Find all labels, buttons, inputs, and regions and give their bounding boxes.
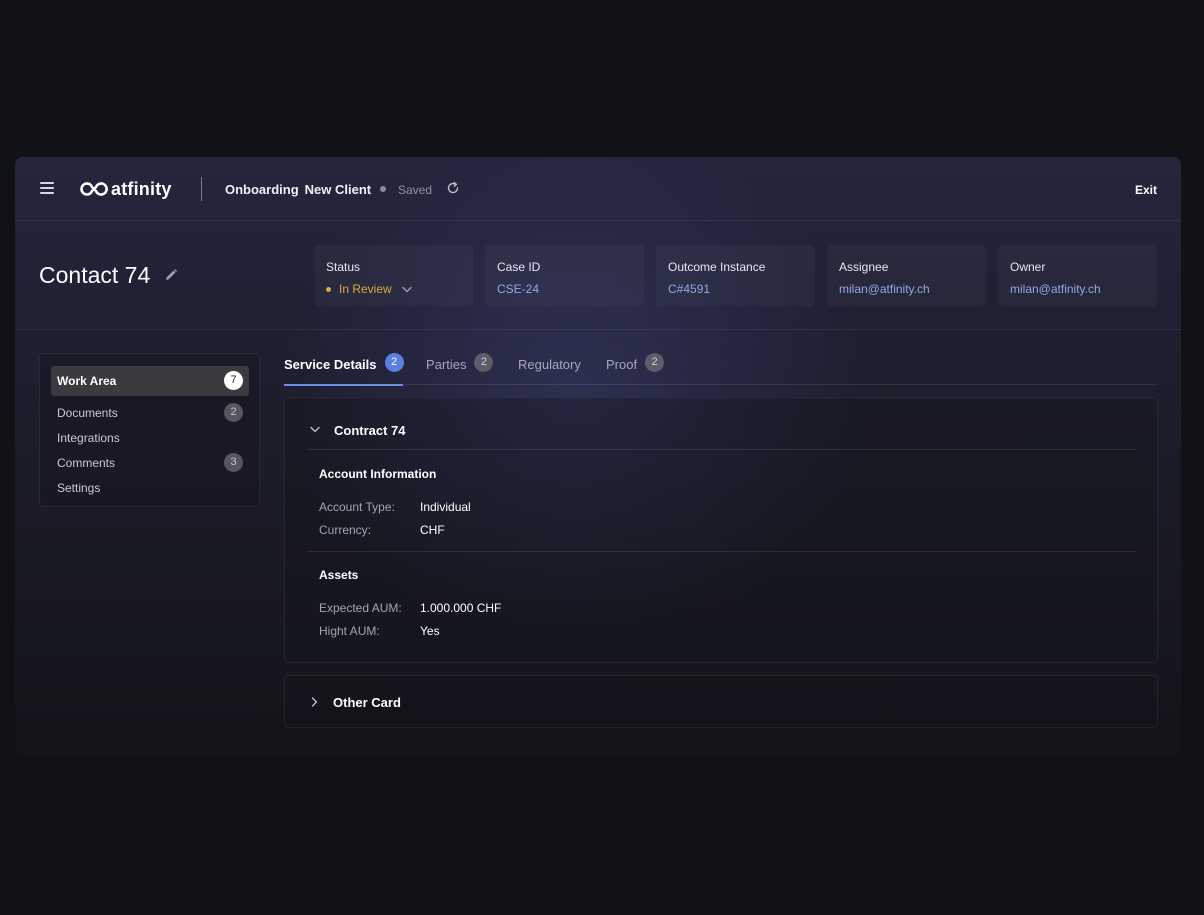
status-value: In Review (339, 282, 392, 296)
field-label: Account Type: (319, 500, 395, 514)
sidebar-item-label: Documents (57, 406, 118, 420)
count-badge: 3 (224, 453, 243, 472)
exit-button[interactable]: Exit (1135, 183, 1157, 197)
field-label: Currency: (319, 523, 372, 537)
active-tab-indicator (284, 384, 403, 386)
case-header: Contact 74 Status In Review Case ID CSE-… (15, 221, 1181, 330)
tab-label: Service Details (284, 357, 377, 372)
logo-infinity-icon (80, 182, 108, 196)
contract-card: Contract 74 Account Information Account … (284, 397, 1158, 663)
owner-card: Owner milan@atfinity.ch (998, 245, 1157, 306)
owner-label: Owner (1010, 260, 1046, 274)
other-card[interactable]: Other Card (284, 675, 1158, 728)
chevron-down-icon[interactable] (310, 426, 320, 433)
sidebar: Work Area 7 Documents 2 Integrations Com… (39, 353, 260, 507)
breadcrumb-item: New Client (304, 182, 372, 197)
tab-parties[interactable]: Parties 2 (426, 353, 494, 385)
sidebar-item-label: Work Area (57, 374, 117, 388)
status-label: Status (326, 260, 361, 274)
case-id-label: Case ID (497, 260, 541, 274)
hamburger-menu-icon[interactable] (40, 182, 54, 194)
assignee-value[interactable]: milan@atfinity.ch (839, 282, 930, 296)
saved-status: Saved (398, 183, 433, 197)
section-title: Account Information (319, 467, 437, 481)
divider (201, 177, 202, 201)
card-header[interactable]: Contract 74 (307, 416, 1137, 450)
sidebar-item-label: Integrations (57, 431, 120, 445)
top-bar: atfinity Onboarding New Client Saved Exit (15, 157, 1181, 221)
count-badge: 2 (384, 353, 404, 372)
tab-label: Regulatory (518, 357, 581, 372)
status-dropdown[interactable]: In Review (326, 282, 412, 296)
sidebar-item-settings[interactable]: Settings (51, 473, 249, 503)
status-dot (326, 286, 331, 292)
field-value: 1.000.000 CHF (420, 601, 502, 615)
card-title: Contract 74 (334, 423, 406, 438)
count-badge: 7 (224, 371, 243, 390)
chevron-right-icon[interactable] (311, 697, 318, 707)
tab-label: Proof (606, 357, 638, 372)
count-badge: 2 (474, 353, 494, 372)
breadcrumb: Onboarding New Client (225, 182, 371, 197)
sidebar-item-work-area[interactable]: Work Area 7 (51, 366, 249, 396)
chevron-down-icon (402, 286, 412, 292)
field-value: Individual (420, 500, 471, 514)
page-title: Contact 74 (39, 262, 151, 288)
logo[interactable]: atfinity (79, 178, 172, 200)
field-label: Expected AUM: (319, 601, 402, 615)
logo-text: atfinity (111, 178, 172, 199)
outcome-instance-card: Outcome Instance C#4591 (656, 245, 815, 306)
outcome-instance-label: Outcome Instance (668, 260, 766, 274)
saved-status-dot (380, 186, 386, 192)
card-title: Other Card (333, 695, 401, 710)
assignee-card: Assignee milan@atfinity.ch (827, 245, 986, 306)
field-label: Hight AUM: (319, 624, 380, 638)
breadcrumb-item[interactable]: Onboarding (225, 182, 299, 197)
case-id-card: Case ID CSE-24 (485, 245, 644, 306)
count-badge: 2 (224, 403, 243, 422)
pencil-icon[interactable] (164, 268, 178, 282)
tab-service-details[interactable]: Service Details 2 (284, 353, 404, 386)
case-id-value[interactable]: CSE-24 (497, 282, 539, 296)
field-value: CHF (420, 523, 445, 537)
section-divider (307, 551, 1137, 552)
app-window: atfinity Onboarding New Client Saved Exit… (15, 157, 1181, 757)
refresh-icon[interactable] (446, 181, 460, 195)
field-value: Yes (420, 624, 440, 638)
outcome-instance-value[interactable]: C#4591 (668, 282, 710, 296)
sidebar-item-label: Settings (57, 481, 101, 495)
tab-regulatory[interactable]: Regulatory (518, 353, 581, 385)
section-title: Assets (319, 568, 359, 582)
owner-value[interactable]: milan@atfinity.ch (1010, 282, 1101, 296)
tab-label: Parties (426, 357, 467, 372)
assignee-label: Assignee (839, 260, 889, 274)
status-card[interactable]: Status In Review (314, 245, 473, 306)
tab-bar: Service Details 2 Parties 2 Regulatory P… (284, 353, 1158, 386)
count-badge: 2 (645, 353, 665, 372)
sidebar-item-label: Comments (57, 456, 116, 470)
tab-proof[interactable]: Proof 2 (606, 353, 665, 385)
